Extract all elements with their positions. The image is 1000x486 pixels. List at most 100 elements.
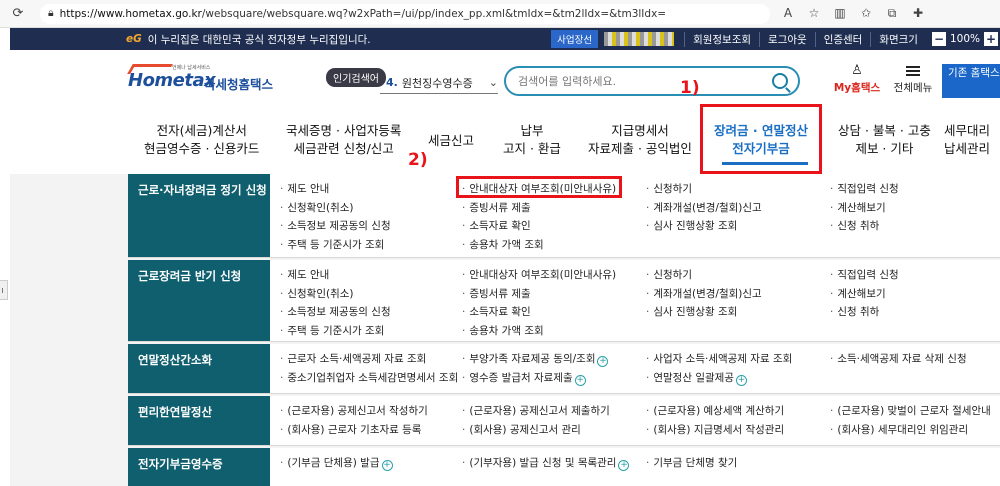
rank-number: 4.: [386, 76, 398, 89]
favorites-icon[interactable]: ✩: [858, 6, 874, 21]
menu-link-with-plus[interactable]: 영수증 발급처 자료제출+: [462, 369, 608, 388]
menu-link[interactable]: (근로자용) 공제신고서 작성하기: [280, 402, 427, 421]
zoom-out-button[interactable]: −: [931, 32, 946, 46]
split-screen-icon[interactable]: ▥: [832, 6, 848, 21]
plus-circle-icon: +: [618, 460, 630, 471]
popular-keyword-select[interactable]: 4. 원천징수영수증 ⌄: [380, 72, 498, 94]
menu-link[interactable]: 신청확인(취소): [280, 199, 391, 218]
menu-link[interactable]: 직접입력 신청: [830, 266, 898, 285]
menu-link[interactable]: 증빙서류 제출: [462, 285, 616, 304]
menu-link[interactable]: 계산해보기: [830, 285, 899, 304]
hometax-logo[interactable]: 언제나 납세서비스 Hometax 국세청홈택스: [127, 64, 278, 98]
logout-link[interactable]: 로그아웃: [759, 31, 815, 47]
menu-link[interactable]: 제도 안내: [280, 266, 391, 285]
gnb-line2: 자료제출 · 공익법인: [588, 141, 692, 156]
gnb-line1: 전자(세금)계산서: [156, 123, 247, 138]
search-input[interactable]: [518, 74, 758, 88]
menu-link[interactable]: 주택 등 기준시가 조회: [280, 322, 391, 341]
menu-link[interactable]: (근로자용) 공제신고서 제출하기: [462, 402, 609, 421]
extensions-icon[interactable]: ✚: [910, 6, 926, 21]
egov-logo: eG: [126, 33, 142, 45]
menu-column: 사업자 소득·세액공제 자료 조회 연말정산 일괄제공+: [646, 350, 792, 387]
section-label: 근로장려금 반기 신청: [128, 260, 270, 341]
menu-link[interactable]: 신청확인(취소): [280, 285, 391, 304]
menu-link[interactable]: (회사용) 세무대리인 위임관리: [830, 421, 991, 440]
member-info-link[interactable]: 회원정보조회: [684, 31, 759, 47]
cert-center-link[interactable]: 인증센터: [814, 31, 871, 47]
refresh-icon[interactable]: ⟳: [8, 6, 28, 21]
my-hometax-button[interactable]: ♙ My홈택스: [832, 64, 882, 95]
all-menu-button[interactable]: 전체메뉴: [888, 64, 938, 95]
menu-link-label: (기부자용) 발급 신청 및 목록관리: [469, 457, 617, 469]
menu-link-with-plus[interactable]: 연말정산 일괄제공+: [646, 369, 792, 388]
menu-link[interactable]: 송용차 가액 조회: [462, 322, 616, 341]
menu-link[interactable]: 주택 등 기준시가 조회: [280, 236, 391, 255]
menu-link[interactable]: 직접입력 신청: [830, 180, 898, 199]
menu-link[interactable]: 신청 취하: [830, 303, 899, 322]
menu-link[interactable]: 제도 안내: [280, 180, 391, 199]
menu-link[interactable]: 소득자료 확인: [462, 217, 616, 236]
search-icon[interactable]: [772, 73, 788, 89]
section-label: 근로·자녀장려금 정기 신청: [128, 174, 270, 257]
menu-link[interactable]: (회사용) 근로자 기초자료 등록: [280, 421, 428, 440]
gnb-item-payment-statement[interactable]: 지급명세서 자료제출 · 공익법인: [588, 122, 692, 158]
menu-link[interactable]: 증빙서류 제출: [462, 199, 616, 218]
menu-link[interactable]: 소득자료 확인: [462, 303, 616, 322]
menu-link[interactable]: 심사 진행상황 조회: [646, 217, 762, 236]
gnb-item-einvoice[interactable]: 전자(세금)계산서 현금영수증 · 신용카드: [144, 122, 259, 158]
menu-link[interactable]: 중소기업취업자 소득세감면명세서 조회: [280, 369, 458, 388]
business-badge[interactable]: 사업장선: [551, 30, 599, 48]
gnb-item-consultation[interactable]: 상담 · 불복 · 고충 제보 · 기타: [838, 122, 931, 158]
section-label: 편리한연말정산: [128, 396, 270, 445]
favorite-star-icon[interactable]: ☆: [806, 6, 822, 21]
gnb-item-tax-agent[interactable]: 세무대리 납세관리: [944, 122, 990, 158]
lock-icon: 🔒︎: [48, 7, 54, 19]
menu-column: 소득·세액공제 자료 삭제 신청: [830, 350, 966, 369]
menu-link[interactable]: 계좌개설(변경/철회)신고: [646, 199, 761, 218]
chevron-down-icon[interactable]: ⌄: [489, 76, 498, 89]
menu-column: 부양가족 자료제공 동의/조회+ 영수증 발급처 자료제출+: [462, 350, 609, 388]
zoom-in-button[interactable]: +: [984, 32, 998, 46]
menu-link[interactable]: 송용차 가액 조회: [462, 236, 616, 255]
menu-column: 제도 안내 신청확인(취소) 소득정보 제공동의 신청 주택 등 기준시가 조회: [280, 180, 391, 255]
menu-link[interactable]: 소득정보 제공동의 신청: [280, 217, 390, 236]
menu-link[interactable]: 신청하기: [646, 180, 762, 199]
old-menu-button[interactable]: 기존 홈택스 메뉴 보기: [942, 64, 1000, 98]
gnb-item-tax-return[interactable]: 세금신고: [428, 132, 474, 150]
menu-column: 신청하기 계좌개설(변경/철회)신고 심사 진행상황 조회: [646, 266, 762, 322]
screen-size-link[interactable]: 화면크기: [870, 31, 926, 47]
menu-link-with-plus[interactable]: (기부금 단체용) 발급+: [280, 454, 393, 473]
menu-link[interactable]: 사업자 소득·세액공제 자료 조회: [646, 350, 792, 369]
menu-link[interactable]: 계산해보기: [830, 199, 899, 218]
menu-section-donation-receipt: 전자기부금영수증 (기부금 단체용) 발급+ (기부자용) 발급 신청 및 목록…: [128, 448, 1000, 486]
collections-icon[interactable]: ⧉: [884, 6, 900, 21]
menu-link-label: 영수증 발급처 자료제출: [469, 371, 573, 384]
menu-link[interactable]: (회사용) 지급명세서 작성관리: [646, 421, 784, 440]
user-name-masked: [604, 32, 675, 46]
menu-link[interactable]: (근로자용) 맞벌이 근로자 절세안내: [830, 402, 990, 421]
menu-link[interactable]: 안내대상자 여부조회(미안내사유): [462, 266, 616, 285]
menu-link[interactable]: 근로자 소득·세액공제 자료 조회: [280, 350, 458, 369]
reader-icon[interactable]: A: [780, 6, 796, 21]
plus-circle-icon: +: [597, 356, 609, 367]
menu-link[interactable]: 신청하기: [646, 266, 762, 285]
address-bar[interactable]: 🔒︎ https://www.hometax.go.kr/websquare/w…: [40, 3, 770, 24]
menu-link[interactable]: (회사용) 공제신고서 관리: [462, 421, 610, 440]
site-header: 언제나 납세서비스 Hometax 국세청홈택스 인기검색어 4. 원천징수영수…: [10, 50, 1000, 112]
menu-link-with-plus[interactable]: 부양가족 자료제공 동의/조회+: [462, 350, 609, 369]
side-scroll-handle[interactable]: [0, 280, 8, 300]
menu-section-easy-yearend: 편리한연말정산 (근로자용) 공제신고서 작성하기 (회사용) 근로자 기초자료…: [128, 396, 1000, 446]
gnb-item-certificates[interactable]: 국세증명 · 사업자등록 세금관련 신청/신고: [286, 122, 401, 158]
browser-toolbar: ⟳ 🔒︎ https://www.hometax.go.kr/websquare…: [0, 0, 1000, 28]
menu-link[interactable]: 계좌개설(변경/철회)신고: [646, 285, 761, 304]
menu-link[interactable]: 신청 취하: [830, 217, 899, 236]
menu-link[interactable]: 소득·세액공제 자료 삭제 신청: [830, 350, 966, 369]
gnb-item-payment[interactable]: 납부 고지 · 환급: [503, 122, 561, 158]
menu-column: (근로자용) 맞벌이 근로자 절세안내 (회사용) 세무대리인 위임관리: [830, 402, 991, 440]
menu-link[interactable]: 소득정보 제공동의 신청: [280, 303, 390, 322]
menu-link[interactable]: 심사 진행상황 조회: [646, 303, 762, 322]
menu-link[interactable]: (근로자용) 예상세액 계산하기: [646, 402, 784, 421]
menu-link-with-plus[interactable]: (기부자용) 발급 신청 및 목록관리+: [462, 454, 630, 473]
menu-link[interactable]: 기부금 단체명 찾기: [646, 454, 737, 473]
rank-keyword: 원천징수영수증: [401, 76, 473, 90]
